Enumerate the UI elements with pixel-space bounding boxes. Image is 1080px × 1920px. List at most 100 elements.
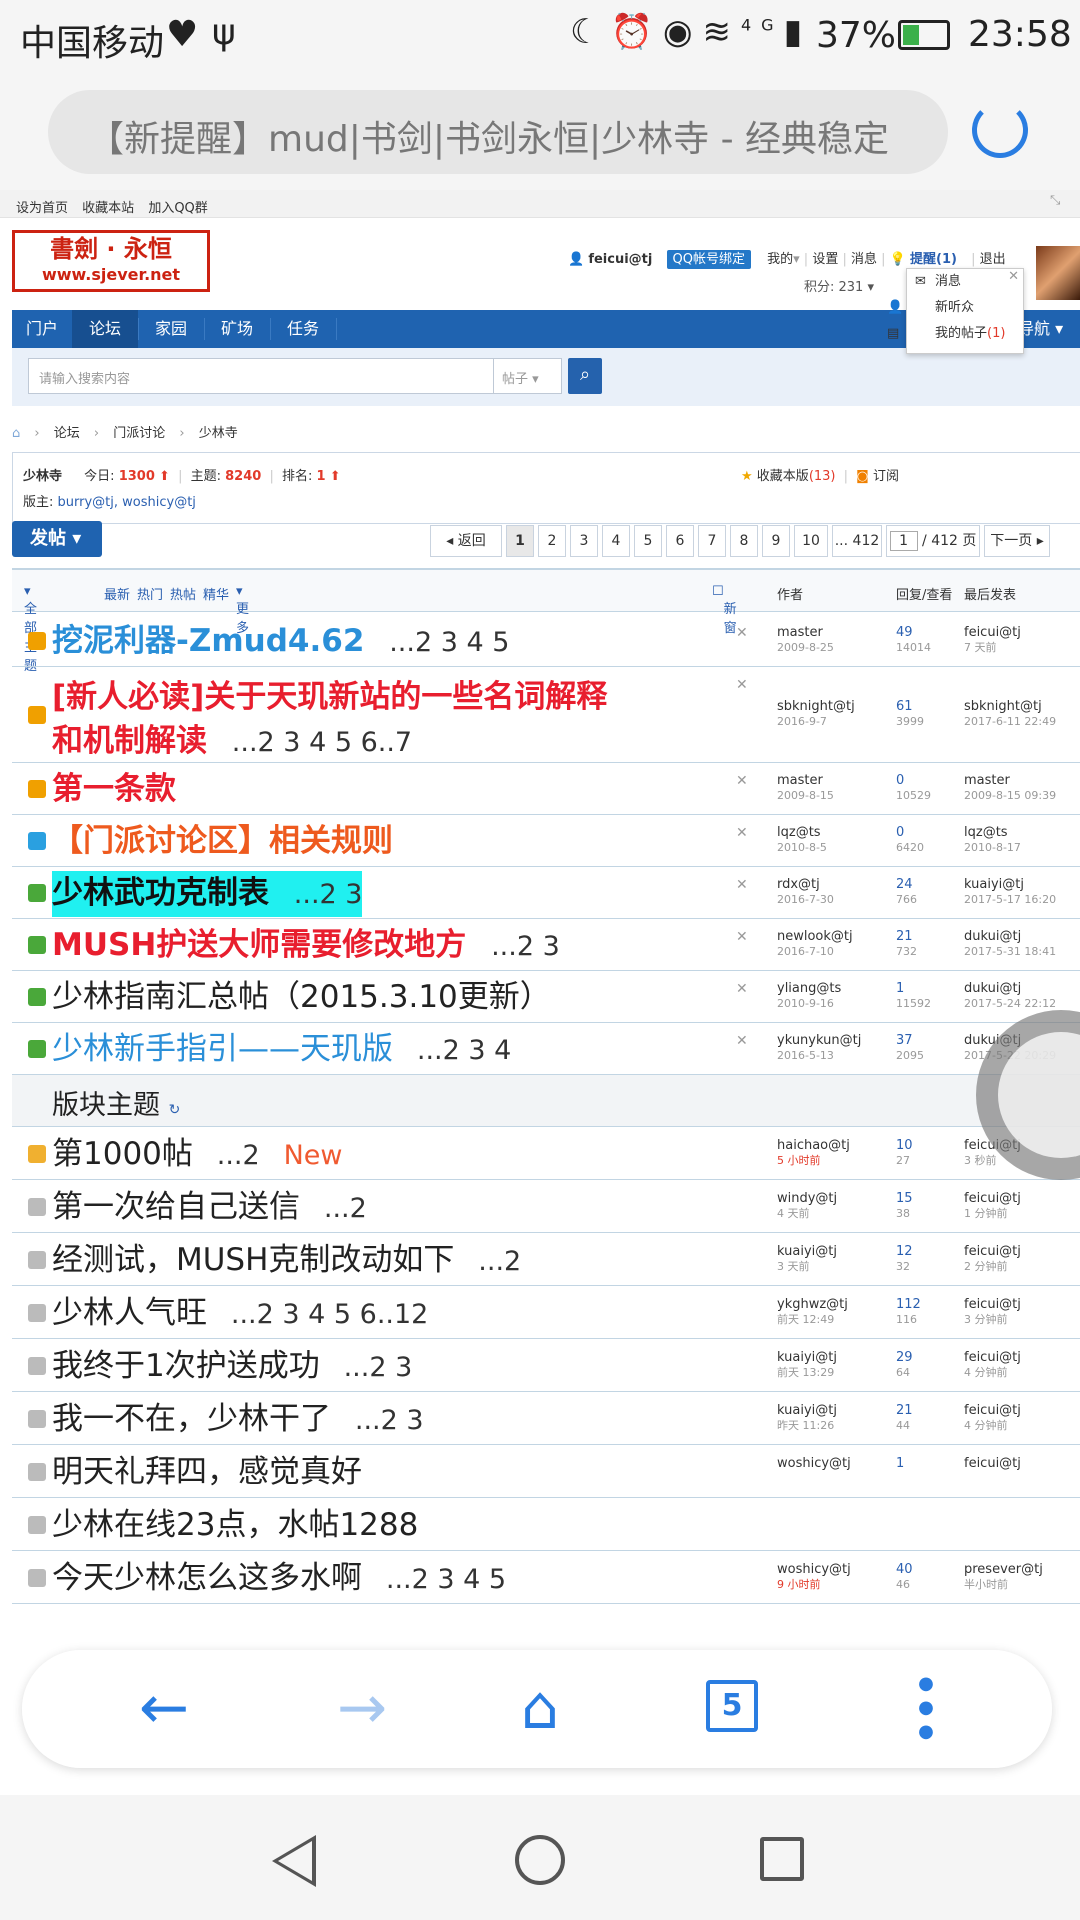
nav-portal[interactable]: 门户 (12, 310, 72, 348)
author[interactable]: ykghwz@tj (777, 1297, 848, 1312)
reply-count[interactable]: 112 (896, 1297, 921, 1312)
thread-title[interactable]: 第1000帖 ...2 New (52, 1132, 342, 1178)
set-homepage-link[interactable]: 设为首页 (16, 201, 68, 216)
search-scope-select[interactable]: 帖子 ▾ (494, 358, 562, 394)
site-logo[interactable]: 書劍 · 永恒 www.sjever.net (12, 230, 210, 292)
thread-pages[interactable]: ...2 3 4 5 6..12 (231, 1299, 429, 1330)
thread-title[interactable]: 我终于1次护送成功 ...2 3 (52, 1344, 412, 1390)
thread-title[interactable]: 经测试，MUSH克制改动如下 ...2 (52, 1238, 521, 1284)
thread-pages[interactable]: ...2 3 4 5 6..7 (232, 727, 412, 758)
reply-count[interactable]: 29 (896, 1350, 913, 1365)
author[interactable]: master (777, 625, 834, 640)
score-menu[interactable]: 积分: 231 ▾ (804, 276, 874, 295)
author[interactable]: woshicy@tj (777, 1456, 851, 1471)
popup-listeners[interactable]: 👤 新听众 (887, 295, 1023, 321)
reply-count[interactable]: 12 (896, 1244, 913, 1259)
thread-pages[interactable]: ...2 3 4 (417, 1035, 511, 1066)
favorite-forum-link[interactable]: 收藏本版 (757, 469, 809, 484)
author[interactable]: lqz@ts (777, 825, 827, 840)
thread-pages[interactable]: ...2 (478, 1246, 521, 1277)
new-window-checkbox[interactable]: ☐ 新窗 (712, 584, 737, 636)
thread-row[interactable]: 第1000帖 ...2 Newhaichao@tj5 小时前1027feicui… (12, 1127, 1080, 1180)
close-icon[interactable]: ✕ (1008, 269, 1019, 284)
bookmark-site-link[interactable]: 收藏本站 (82, 201, 134, 216)
forward-arrow-icon[interactable]: → (322, 1668, 402, 1748)
back-arrow-icon[interactable]: ← (124, 1668, 204, 1748)
thread-title[interactable]: 第一次给自己送信 ...2 (52, 1185, 367, 1231)
close-icon[interactable]: ✕ (736, 981, 748, 997)
reply-count[interactable]: 37 (896, 1033, 924, 1048)
thread-pages[interactable]: ...2 3 (344, 1352, 413, 1383)
reply-count[interactable]: 0 (896, 773, 931, 788)
close-icon[interactable]: ✕ (736, 1033, 748, 1049)
home-circle-icon[interactable] (515, 1835, 565, 1885)
page-link-2[interactable]: 2 (538, 525, 566, 557)
thread-pages[interactable]: ...2 3 4 5 (386, 1564, 506, 1595)
search-input[interactable]: 请输入搜索内容 (28, 358, 494, 394)
reply-count[interactable]: 10 (896, 1138, 913, 1153)
thread-title[interactable]: 今天少林怎么这多水啊 ...2 3 4 5 (52, 1556, 506, 1602)
thread-pages[interactable]: ...2 (217, 1140, 260, 1171)
page-link-1[interactable]: 1 (506, 525, 534, 557)
back-button[interactable]: ◂ 返回 (430, 525, 502, 557)
thread-title[interactable]: 少林人气旺 ...2 3 4 5 6..12 (52, 1291, 428, 1337)
nav-guide[interactable]: 导航 ▾ (1018, 310, 1063, 348)
close-icon[interactable]: ✕ (736, 825, 748, 841)
thread-row[interactable]: 少林在线23点，水帖1288 (12, 1498, 1080, 1551)
thread-title[interactable]: 挖泥利器-Zmud4.62 ...2 3 4 5 (52, 619, 509, 665)
thread-row[interactable]: 我一不在，少林干了 ...2 3 kuaiyi@tj 昨天 11:26 21 44 fei… (12, 1392, 1080, 1445)
filter-hot-posts[interactable]: 热帖 (170, 584, 196, 603)
more-menu-icon[interactable]: ● ● ● (916, 1672, 936, 1744)
nav-tasks[interactable]: 任务 (270, 310, 336, 348)
filter-latest[interactable]: 最新 (104, 584, 130, 603)
popup-messages[interactable]: ✉ 消息 (907, 269, 1023, 295)
close-icon[interactable]: ✕ (736, 625, 748, 641)
next-page-button[interactable]: 下一页 ▸ (984, 525, 1050, 557)
page-link-11[interactable]: ... 412 (832, 525, 882, 557)
thread-pages[interactable]: ...2 3 (491, 931, 560, 962)
last-poster[interactable]: dukui@tj (964, 981, 1056, 996)
thread-title[interactable]: 明天礼拜四，感觉真好 (52, 1450, 362, 1494)
popup-my-posts[interactable]: ▤ 我的帖子(1) (887, 321, 1023, 347)
filter-hot[interactable]: 热门 (137, 584, 163, 603)
close-icon[interactable]: ✕ (736, 877, 748, 893)
breadcrumb-section[interactable]: 门派讨论 (113, 426, 165, 441)
page-link-5[interactable]: 5 (634, 525, 662, 557)
address-bar[interactable]: 【新提醒】mud|书剑|书剑永恒|少林寺 - 经典稳定 (48, 90, 948, 174)
collapse-icon[interactable]: ⤡ (1050, 193, 1060, 208)
last-poster[interactable]: lqz@ts (964, 825, 1021, 840)
page-link-7[interactable]: 7 (698, 525, 726, 557)
last-poster[interactable]: feicui@tj (964, 1456, 1021, 1471)
author[interactable]: kuaiyi@tj (777, 1350, 837, 1365)
reply-count[interactable]: 21 (896, 929, 917, 944)
thread-title[interactable]: 少林指南汇总帖（2015.3.10更新） (52, 975, 551, 1019)
page-link-8[interactable]: 8 (730, 525, 758, 557)
sticky-thread-row[interactable]: 挖泥利器-Zmud4.62 ...2 3 4 5 ✕ master 2009-8-25… (12, 615, 1080, 667)
sticky-thread-row[interactable]: MUSH护送大师需要修改地方 ...2 3 ✕ newlook@tj 2016-7-1… (12, 919, 1080, 971)
sticky-thread-row[interactable]: 少林新手指引——天玑版 ...2 3 4 ✕ ykunykun@tj 2016-5-1… (12, 1023, 1080, 1075)
author[interactable]: yliang@ts (777, 981, 841, 996)
thread-title[interactable]: 【门派讨论区】相关规则 (52, 819, 393, 863)
sticky-thread-row[interactable]: 少林武功克制表 ...2 3 ✕ rdx@tj 2016-7-30 24 766 kuaiy… (12, 867, 1080, 919)
author[interactable]: kuaiyi@tj (777, 1244, 837, 1259)
reply-count[interactable]: 40 (896, 1562, 913, 1577)
home-icon[interactable]: ⌂ (500, 1668, 580, 1748)
thread-pages[interactable]: ...2 3 4 5 (389, 627, 509, 658)
last-poster[interactable]: kuaiyi@tj (964, 877, 1056, 892)
thread-row[interactable]: 我终于1次护送成功 ...2 3 kuaiyi@tj 前天 13:29 29 64 fei… (12, 1339, 1080, 1392)
settings-link[interactable]: 设置 (812, 252, 838, 267)
username-link[interactable]: feicui@tj (588, 252, 652, 267)
reply-count[interactable]: 49 (896, 625, 931, 640)
page-jump[interactable]: 1 / 412 页 (886, 525, 980, 557)
thread-pages[interactable]: ...2 3 (294, 879, 363, 910)
page-link-3[interactable]: 3 (570, 525, 598, 557)
nav-home[interactable]: 家园 (138, 310, 204, 348)
filter-more[interactable]: 更多 ▾ (236, 584, 249, 636)
sticky-thread-row[interactable]: 少林指南汇总帖（2015.3.10更新） ✕ yliang@ts 2010-9-16 1… (12, 971, 1080, 1023)
last-poster[interactable]: sbknight@tj (964, 699, 1056, 714)
page-link-9[interactable]: 9 (762, 525, 790, 557)
remind-link[interactable]: 提醒(1) (910, 252, 957, 267)
author[interactable]: woshicy@tj (777, 1562, 851, 1577)
last-poster[interactable]: feicui@tj (964, 625, 1021, 640)
last-poster[interactable]: feicui@tj (964, 1244, 1021, 1259)
